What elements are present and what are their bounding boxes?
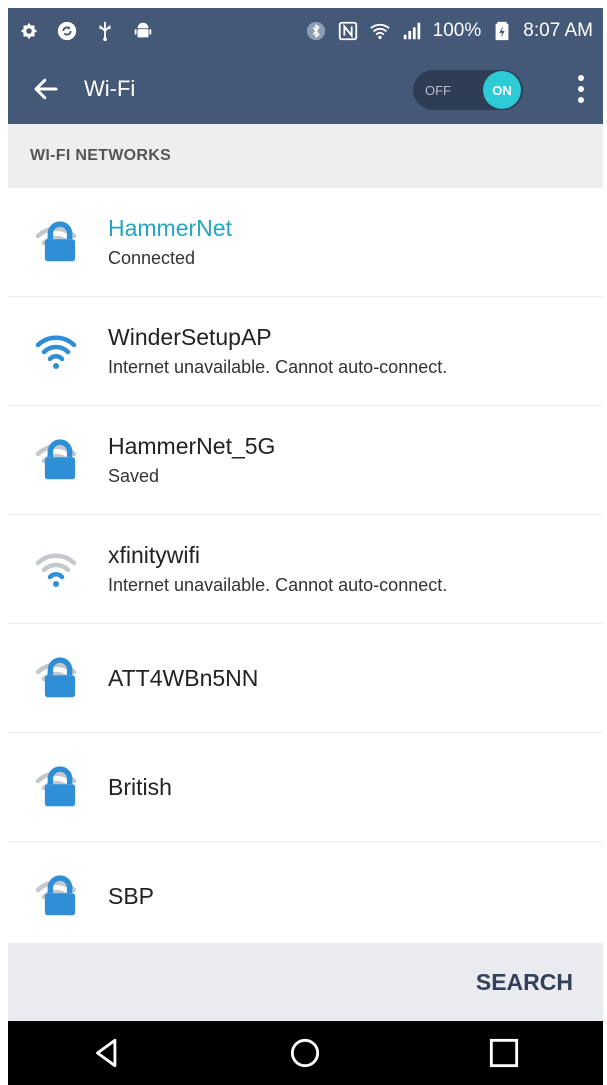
home-nav-button[interactable]	[275, 1028, 335, 1078]
network-item[interactable]: British	[8, 733, 603, 842]
lock-icon	[44, 439, 76, 480]
network-text: WinderSetupAP Internet unavailable. Canno…	[108, 324, 447, 378]
network-list: HammerNet Connected WinderSetupAP Internet …	[8, 188, 603, 951]
network-text: HammerNet Connected	[108, 215, 232, 269]
wifi-locked-icon	[34, 765, 78, 809]
network-name: British	[108, 773, 172, 800]
wifi-locked-icon	[34, 220, 78, 264]
network-item[interactable]: xfinitywifi Internet unavailable. Cannot …	[8, 515, 603, 624]
network-text: SBP	[108, 883, 154, 910]
network-item[interactable]: SBP	[8, 842, 603, 951]
network-name: WinderSetupAP	[108, 324, 272, 350]
wifi-icon	[34, 547, 78, 591]
battery-percent: 100%	[432, 20, 482, 41]
recents-nav-button[interactable]	[474, 1028, 534, 1078]
page-title: Wi-Fi	[84, 76, 136, 101]
battery-icon	[491, 20, 513, 42]
lock-icon	[44, 221, 76, 262]
back-button[interactable]	[18, 61, 74, 117]
network-text: British	[108, 774, 172, 801]
network-text: ATT4WBn5NN	[108, 665, 258, 692]
section-header: WI-FI NETWORKS	[8, 124, 603, 188]
arrow-left-icon	[34, 78, 58, 100]
network-name: HammerNet_5G	[108, 433, 276, 459]
android-icon	[132, 20, 154, 42]
app-bar: Wi-Fi OFF ON	[8, 54, 603, 124]
action-bar: SEARCH	[8, 943, 603, 1021]
network-name: ATT4WBn5NN	[108, 664, 259, 691]
home-nav-icon	[291, 1038, 320, 1068]
network-status: Saved	[108, 466, 160, 486]
wifi-locked-icon	[34, 438, 78, 482]
lock-icon	[44, 766, 76, 807]
wifi-signal-icon	[369, 20, 391, 42]
network-item[interactable]: HammerNet_5G Saved	[8, 406, 603, 515]
recents-nav-icon	[489, 1038, 518, 1068]
network-item[interactable]: WinderSetupAP Internet unavailable. Canno…	[8, 297, 603, 406]
status-time: 8:07 AM	[523, 20, 593, 41]
back-nav-button[interactable]	[77, 1028, 137, 1078]
back-nav-icon	[96, 1038, 117, 1068]
network-item[interactable]: HammerNet Connected	[8, 188, 603, 297]
toggle-on-knob: ON	[483, 71, 521, 109]
settings-status-icon	[18, 20, 40, 42]
network-name: HammerNet	[108, 215, 232, 241]
sync-icon	[56, 20, 78, 42]
network-item[interactable]: ATT4WBn5NN	[8, 624, 603, 733]
toggle-off-label: OFF	[425, 82, 451, 98]
wifi-locked-icon	[34, 874, 78, 918]
nfc-icon	[337, 20, 359, 42]
network-name: xfinitywifi	[108, 542, 201, 568]
network-name: SBP	[108, 882, 155, 909]
status-left-icons	[18, 20, 154, 42]
bluetooth-icon	[305, 20, 327, 42]
lock-icon	[44, 875, 76, 916]
wifi-icon	[34, 329, 78, 373]
overflow-menu-icon[interactable]	[566, 69, 596, 109]
network-status: Connected	[108, 248, 196, 268]
nav-bar	[8, 1021, 603, 1085]
wifi-locked-icon	[34, 656, 78, 700]
usb-icon	[94, 20, 116, 42]
cell-signal-icon	[401, 20, 423, 42]
search-button[interactable]: SEARCH	[476, 969, 573, 996]
network-status: Internet unavailable. Cannot auto-connec…	[108, 575, 448, 595]
network-text: xfinitywifi Internet unavailable. Cannot …	[108, 542, 447, 596]
network-text: HammerNet_5G Saved	[108, 433, 275, 487]
wifi-toggle[interactable]: OFF ON	[413, 70, 523, 110]
network-status: Internet unavailable. Cannot auto-connec…	[108, 357, 448, 377]
lock-icon	[44, 657, 76, 698]
status-bar: 100% 8:07 AM	[8, 8, 603, 54]
status-right-icons: 100% 8:07 AM	[305, 20, 593, 42]
